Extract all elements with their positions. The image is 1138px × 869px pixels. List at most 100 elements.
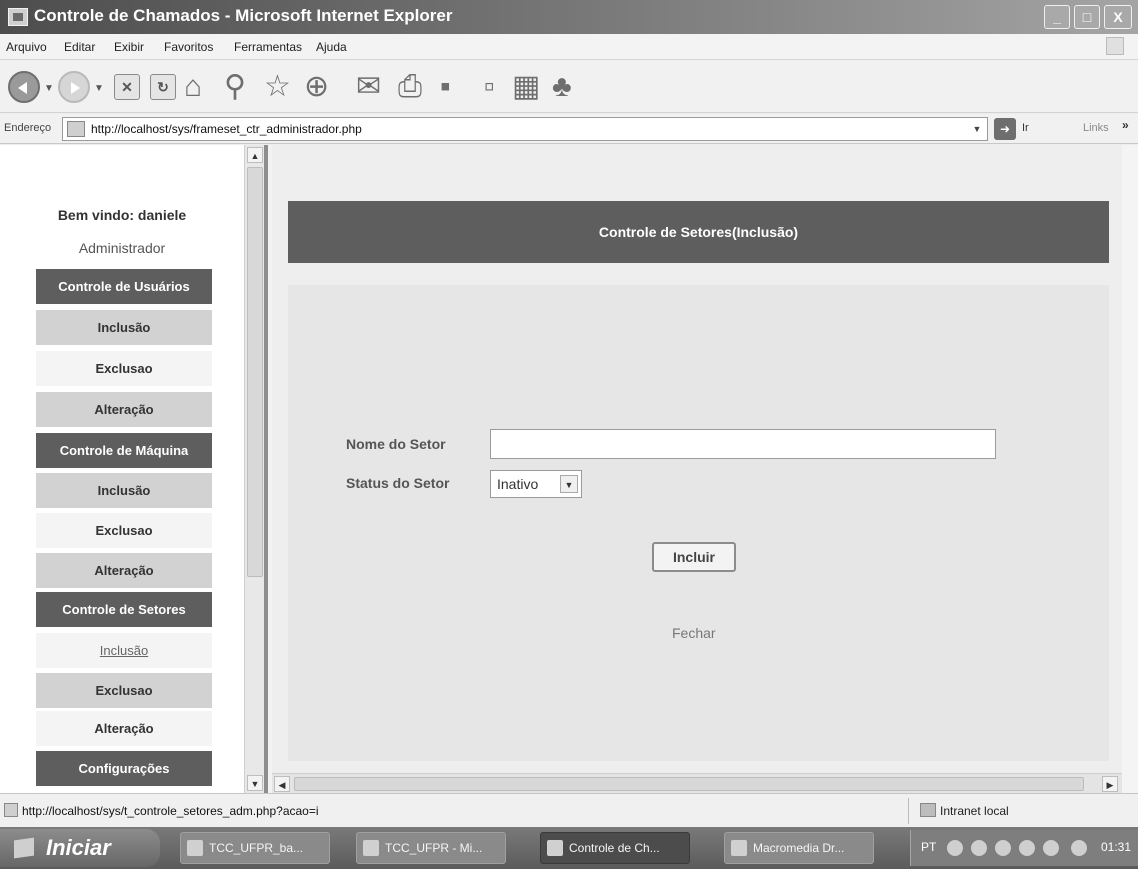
left-nav-frame: Bem vindo: daniele Administrador Control… — [0, 145, 268, 793]
tray-icon[interactable] — [1019, 840, 1035, 856]
go-button[interactable]: ➜ — [994, 118, 1016, 140]
tray-icon[interactable] — [1043, 840, 1059, 856]
nav-usuarios-exclusao[interactable]: Exclusao — [36, 351, 212, 386]
scroll-left-icon[interactable]: ◀ — [274, 776, 290, 792]
taskbar-item-active[interactable]: Controle de Ch... — [540, 832, 690, 864]
links-chevron-icon[interactable]: » — [1122, 118, 1129, 132]
status-url: http://localhost/sys/t_controle_setores_… — [22, 804, 319, 818]
tray-icon[interactable] — [1071, 840, 1087, 856]
links-label[interactable]: Links — [1083, 122, 1109, 134]
edit-icon[interactable]: ▪ — [440, 70, 451, 104]
left-frame-scrollbar[interactable]: ▲ ▼ — [244, 145, 264, 793]
nav-header-setores: Controle de Setores — [36, 592, 212, 627]
menu-ajuda[interactable]: Ajuda — [316, 40, 347, 54]
messenger-icon[interactable]: ♣ — [552, 70, 572, 104]
incluir-button[interactable]: Incluir — [652, 542, 736, 572]
nav-usuarios-alteracao[interactable]: Alteração — [36, 392, 212, 427]
address-bar: Endereço http://localhost/sys/frameset_c… — [0, 114, 1138, 144]
scroll-thumb[interactable] — [247, 167, 263, 577]
menu-editar[interactable]: Editar — [64, 40, 95, 54]
search-icon[interactable]: ⚲ — [224, 70, 246, 104]
nav-setores-exclusao[interactable]: Exclusao — [36, 673, 212, 708]
taskbar-item-label: TCC_UFPR - Mi... — [385, 841, 483, 855]
discuss-icon[interactable]: ▫ — [484, 70, 495, 104]
page-title: Controle de Setores(Inclusão) — [288, 201, 1109, 263]
nav-maquina-alteracao[interactable]: Alteração — [36, 553, 212, 588]
back-icon[interactable] — [8, 71, 40, 103]
menu-arquivo[interactable]: Arquivo — [6, 40, 47, 54]
menu-exibir[interactable]: Exibir — [114, 40, 144, 54]
mail-icon[interactable]: ✉ — [356, 70, 381, 104]
nav-header-maquina: Controle de Máquina — [36, 433, 212, 468]
chevron-down-icon[interactable]: ▼ — [560, 475, 578, 493]
scroll-up-icon[interactable]: ▲ — [247, 147, 263, 163]
nav-maquina-exclusao[interactable]: Exclusao — [36, 513, 212, 548]
print-icon[interactable]: ⎙ — [398, 70, 422, 104]
main-frame-edge — [1122, 145, 1138, 793]
status-selected-value: Inativo — [497, 476, 539, 492]
status-page-icon — [4, 803, 18, 817]
home-icon[interactable]: ⌂ — [184, 70, 202, 104]
minimize-button[interactable]: _ — [1044, 5, 1070, 29]
taskbar-item-label: Macromedia Dr... — [753, 841, 845, 855]
nome-setor-label: Nome do Setor — [346, 436, 446, 452]
address-url[interactable]: http://localhost/sys/frameset_ctr_admini… — [91, 122, 362, 136]
nav-usuarios-inclusao[interactable]: Inclusão — [36, 310, 212, 345]
taskbar: Iniciar TCC_UFPR_ba... TCC_UFPR - Mi... … — [0, 827, 1138, 869]
start-label: Iniciar — [46, 835, 111, 860]
back-dropdown-icon[interactable]: ▼ — [44, 83, 54, 94]
research-icon[interactable]: ▦ — [512, 70, 540, 104]
menu-favoritos[interactable]: Favoritos — [164, 40, 213, 54]
address-input[interactable]: http://localhost/sys/frameset_ctr_admini… — [62, 117, 988, 141]
taskbar-item[interactable]: TCC_UFPR - Mi... — [356, 832, 506, 864]
windows-logo-icon — [14, 837, 34, 859]
nav-setores-alteracao[interactable]: Alteração — [36, 711, 212, 746]
intranet-zone-icon — [920, 803, 936, 817]
nav-maquina-inclusao[interactable]: Inclusão — [36, 473, 212, 508]
status-bar: http://localhost/sys/t_controle_setores_… — [0, 793, 1138, 827]
toolbar: ▼ ▼ ✕ ↻ ⌂ ⚲ ☆ ⊕ ✉ ⎙ ▪ ▫ ▦ ♣ — [0, 61, 1138, 113]
taskbar-item[interactable]: TCC_UFPR_ba... — [180, 832, 330, 864]
history-icon[interactable]: ⊕ — [304, 70, 329, 104]
menu-bar: Arquivo Editar Exibir Favoritos Ferramen… — [0, 34, 1138, 60]
hscroll-thumb[interactable] — [294, 777, 1084, 791]
status-setor-label: Status do Setor — [346, 475, 450, 491]
fechar-link[interactable]: Fechar — [672, 625, 716, 641]
scroll-right-icon[interactable]: ▶ — [1102, 776, 1118, 792]
refresh-icon[interactable]: ↻ — [150, 74, 176, 100]
maximize-button[interactable]: □ — [1074, 5, 1100, 29]
taskbar-item-label: TCC_UFPR_ba... — [209, 841, 304, 855]
title-bar: Controle de Chamados - Microsoft Interne… — [0, 0, 1138, 34]
dreamweaver-icon — [731, 840, 747, 856]
favorites-icon[interactable]: ☆ — [264, 70, 291, 104]
stop-icon[interactable]: ✕ — [114, 74, 140, 100]
nome-setor-input[interactable] — [490, 429, 996, 459]
taskbar-item-label: Controle de Ch... — [569, 841, 660, 855]
forward-dropdown-icon[interactable]: ▼ — [94, 83, 104, 94]
go-label[interactable]: Ir — [1022, 122, 1029, 134]
clock: 01:31 — [1101, 840, 1132, 854]
horizontal-scrollbar[interactable]: ◀ ▶ — [272, 773, 1122, 793]
nav-header-usuarios: Controle de Usuários — [36, 269, 212, 304]
form-panel — [288, 285, 1109, 761]
close-button[interactable]: X — [1104, 5, 1132, 29]
start-button[interactable]: Iniciar — [0, 829, 160, 867]
tray-icon[interactable] — [971, 840, 987, 856]
system-tray: PT 01:31 — [910, 830, 1138, 866]
scroll-down-icon[interactable]: ▼ — [247, 775, 263, 791]
windows-flag-icon — [1106, 37, 1124, 55]
nav-header-configuracoes[interactable]: Configurações — [36, 751, 212, 786]
page-icon — [67, 121, 85, 137]
tray-icon[interactable] — [947, 840, 963, 856]
word-icon — [187, 840, 203, 856]
taskbar-item[interactable]: Macromedia Dr... — [724, 832, 874, 864]
forward-icon[interactable] — [58, 71, 90, 103]
nav-setores-inclusao[interactable]: Inclusão — [36, 633, 212, 668]
language-indicator[interactable]: PT — [921, 840, 936, 854]
word-icon — [363, 840, 379, 856]
address-dropdown-icon[interactable]: ▼ — [969, 121, 985, 137]
status-setor-select[interactable]: Inativo ▼ — [490, 470, 582, 498]
tray-icon[interactable] — [995, 840, 1011, 856]
user-role: Administrador — [78, 240, 166, 256]
menu-ferramentas[interactable]: Ferramentas — [234, 40, 302, 54]
